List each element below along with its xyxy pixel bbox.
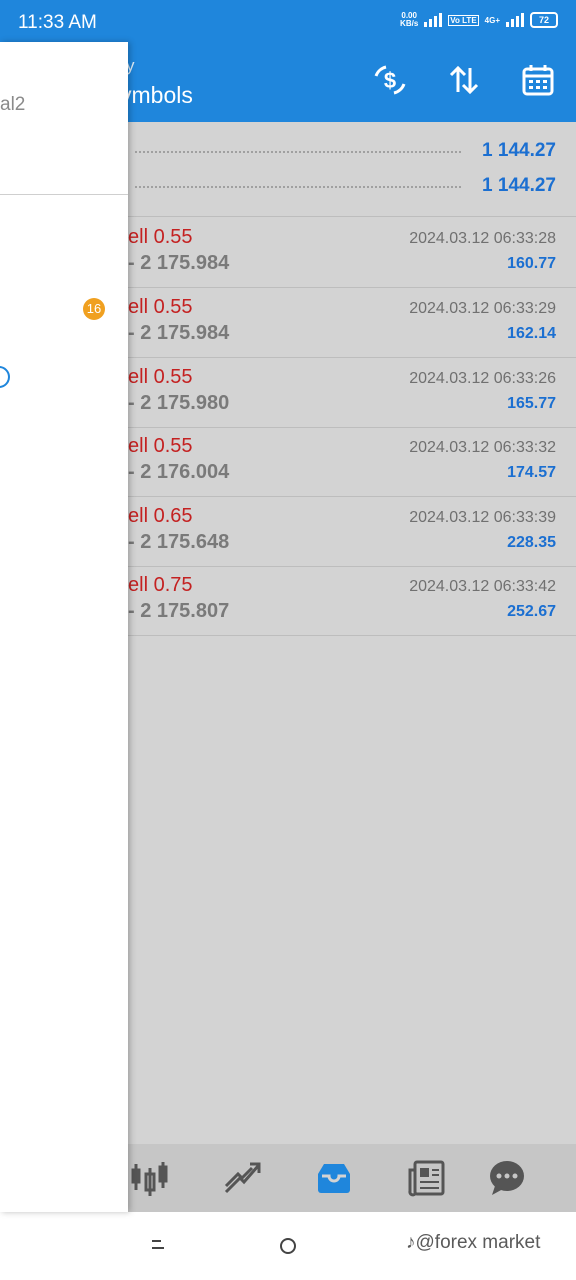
drawer-divider [0, 194, 128, 195]
order-type: ell 0.55 [128, 296, 193, 318]
order-profit: 174.57 [507, 464, 556, 481]
order-time: 2024.03.12 06:33:29 [409, 300, 556, 317]
order-price: - 2 175.648 [128, 531, 230, 553]
order-time: 2024.03.12 06:33:39 [409, 509, 556, 526]
order-time: 2024.03.12 06:33:42 [409, 578, 556, 595]
network-speed-unit: KB/s [400, 19, 419, 28]
order-profit: 160.77 [507, 255, 556, 272]
order-type: ell 0.65 [128, 505, 193, 527]
signal-icon-2 [506, 13, 524, 27]
order-price: - 2 175.980 [128, 392, 230, 414]
status-time: 11:33 AM [18, 12, 97, 33]
summary-value: 1 144.27 [482, 140, 556, 161]
info-icon[interactable] [0, 366, 10, 388]
signal-icon [424, 13, 443, 27]
volte-icon: Vo LTE [448, 14, 479, 26]
system-navigation-bar: ♪@forex market [0, 1212, 576, 1280]
trade-icon[interactable] [314, 1158, 354, 1198]
order-time: 2024.03.12 06:33:28 [409, 230, 556, 247]
order-price: - 2 175.984 [128, 252, 230, 274]
news-icon[interactable] [407, 1158, 447, 1198]
currency-exchange-icon[interactable]: $ [372, 62, 408, 98]
svg-text:$: $ [384, 68, 396, 93]
summary-value: 1 144.27 [482, 175, 556, 196]
order-profit: 228.35 [507, 534, 556, 551]
sort-icon[interactable] [446, 62, 482, 98]
dotted-leader [135, 186, 461, 188]
drawer-account-name[interactable]: al2 [0, 94, 25, 116]
order-price: - 2 175.984 [128, 322, 230, 344]
app-bar-title: ymbols [120, 82, 193, 108]
notification-badge: 16 [83, 298, 105, 320]
order-type: ell 0.55 [128, 435, 193, 457]
network-speed: 0.00 KB/s [400, 12, 418, 28]
status-icons: 0.00 KB/s Vo LTE 4G+ 72 [400, 12, 558, 28]
calendar-icon[interactable] [520, 62, 556, 98]
order-time: 2024.03.12 06:33:26 [409, 370, 556, 387]
order-profit: 165.77 [507, 395, 556, 412]
order-profit: 252.67 [507, 603, 556, 620]
order-price: - 2 176.004 [128, 461, 230, 483]
battery-icon: 72 [530, 12, 558, 28]
order-profit: 162.14 [507, 325, 556, 342]
navigation-drawer: al2 16 [0, 42, 128, 1212]
order-type: ell 0.55 [128, 366, 193, 388]
status-bar: 11:33 AM 0.00 KB/s Vo LTE 4G+ 72 [0, 0, 576, 42]
charts-icon[interactable] [222, 1158, 262, 1198]
recent-apps-icon[interactable] [150, 1238, 166, 1252]
watermark-text: ♪@forex market [406, 1232, 541, 1253]
order-price: - 2 175.807 [128, 600, 230, 622]
chat-icon[interactable] [487, 1158, 527, 1198]
home-icon[interactable] [278, 1236, 298, 1256]
quotes-icon[interactable] [130, 1158, 170, 1198]
network-type-label: 4G+ [484, 15, 500, 25]
dotted-leader [135, 151, 461, 153]
order-type: ell 0.55 [128, 226, 193, 248]
order-time: 2024.03.12 06:33:32 [409, 439, 556, 456]
order-type: ell 0.75 [128, 574, 193, 596]
